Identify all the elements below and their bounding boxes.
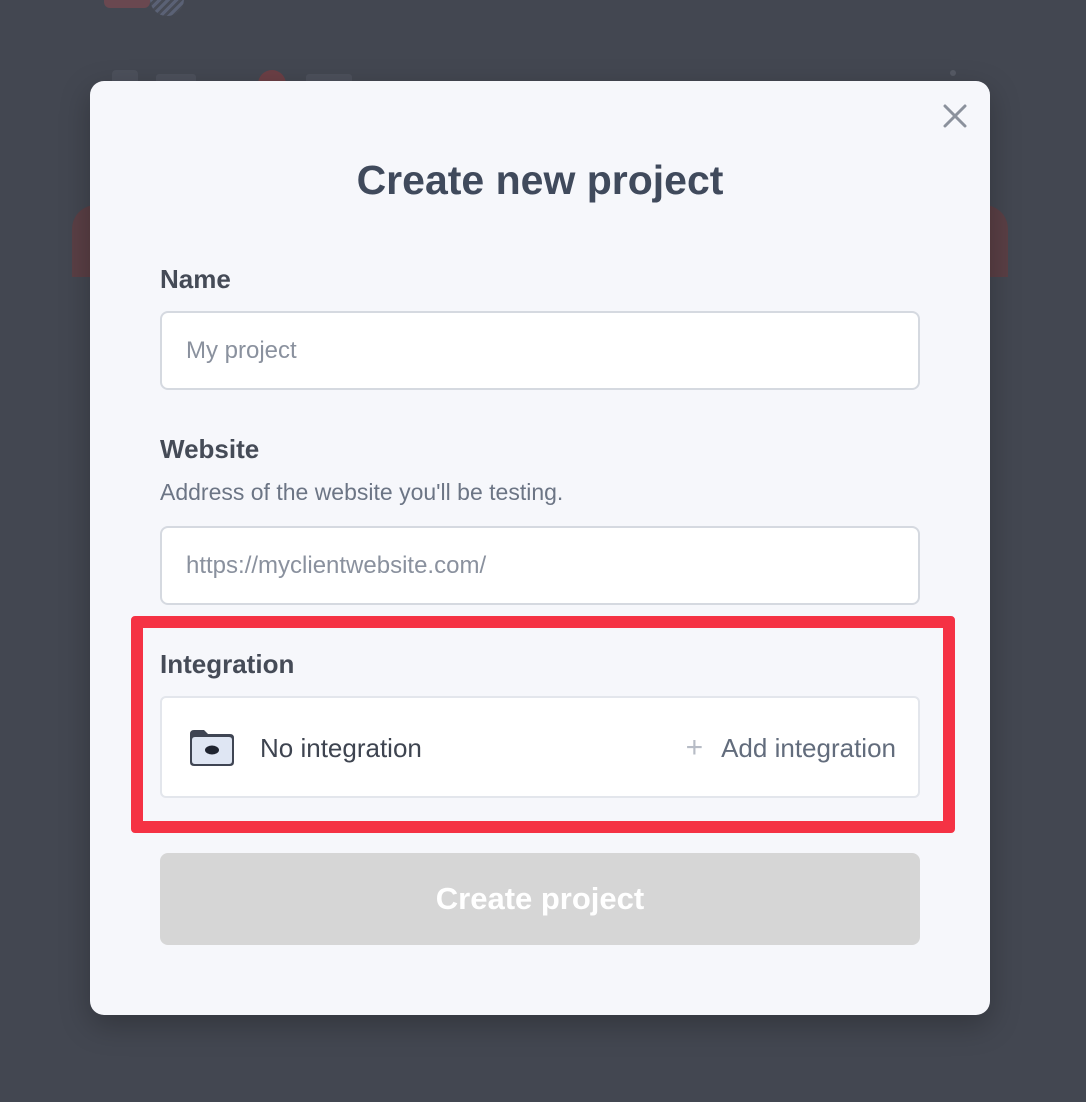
create-project-button[interactable]: Create project: [160, 853, 920, 945]
background-menu-dot: [950, 70, 956, 76]
current-integration: No integration: [260, 733, 422, 763]
name-label: Name: [160, 264, 231, 294]
plus-icon: +: [685, 731, 704, 764]
folder-icon: [188, 728, 236, 768]
close-icon: [943, 104, 967, 128]
create-project-modal: Create new project Name Website Address …: [90, 81, 990, 1015]
modal-title: Create new project: [356, 157, 724, 203]
website-input[interactable]: [160, 526, 920, 605]
name-input[interactable]: [160, 311, 920, 390]
close-button[interactable]: [940, 101, 970, 131]
background-logo: [104, 0, 150, 8]
background-avatar: [150, 0, 184, 16]
add-integration-button[interactable]: + Add integration: [686, 728, 896, 768]
website-label: Website: [160, 434, 260, 464]
website-hint: Address of the website you'll be testing…: [160, 479, 564, 505]
integration-label: Integration: [160, 649, 295, 679]
add-integration-label: Add integration: [721, 733, 896, 763]
integration-selector: No integration + Add integration: [160, 696, 920, 798]
